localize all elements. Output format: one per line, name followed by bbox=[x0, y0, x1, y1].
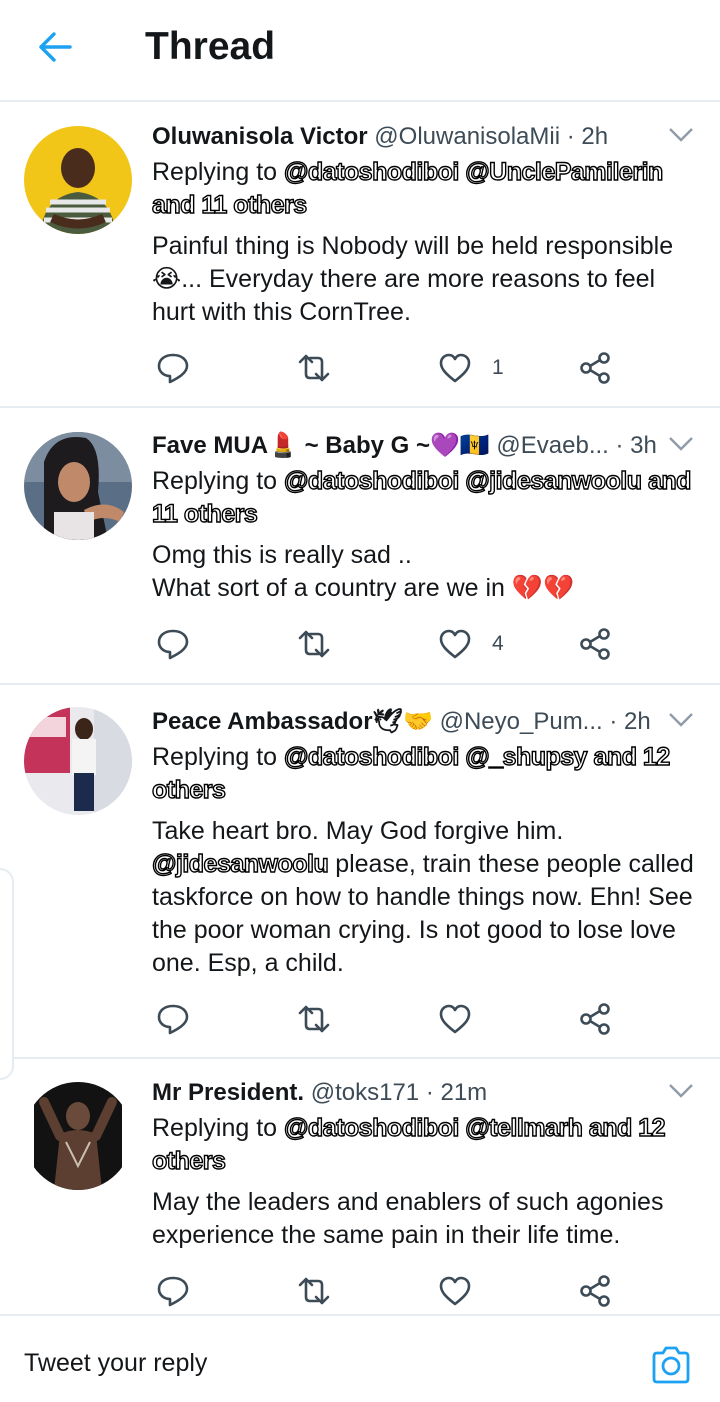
author-name[interactable]: Fave MUA💄 ~ Baby G ~💜🇧🇧 bbox=[152, 432, 490, 459]
tweet-meta: Fave MUA💄 ~ Baby G ~💜🇧🇧 @Evaeb... · 3h bbox=[152, 432, 657, 459]
tweet-time: 3h bbox=[630, 432, 657, 459]
tweet[interactable]: Peace Ambassador🕊🤝 @Neyo_Pum... · 2h Rep… bbox=[0, 685, 720, 1059]
tweet-text: Painful thing is Nobody will be held res… bbox=[152, 232, 674, 326]
replying-to: Replying to @datoshodiboi @_shupsy and 1… bbox=[151, 742, 671, 804]
retweet-button[interactable] bbox=[296, 348, 332, 388]
retweet-button[interactable] bbox=[296, 999, 332, 1039]
author-handle[interactable]: @Evaeb... bbox=[496, 432, 608, 459]
like-button[interactable] bbox=[438, 1271, 492, 1311]
tweet[interactable]: Fave MUA💄 ~ Baby G ~💜🇧🇧 @Evaeb... · 3h R… bbox=[0, 408, 720, 685]
tweet-meta: Oluwanisola Victor @OluwanisolaMii · 2h bbox=[152, 123, 609, 150]
reply-icon bbox=[157, 1276, 189, 1307]
heart-icon bbox=[439, 353, 471, 383]
heart-icon bbox=[439, 1276, 471, 1306]
share-button[interactable] bbox=[578, 999, 612, 1039]
like-count: 1 bbox=[492, 356, 504, 379]
author-handle[interactable]: @OluwanisolaMii bbox=[374, 123, 560, 150]
mention-link[interactable]: @jidesanwoolu bbox=[151, 849, 329, 878]
chevron-down-icon[interactable] bbox=[664, 707, 698, 733]
chevron-down-icon[interactable] bbox=[664, 1078, 698, 1104]
tweet-meta: Peace Ambassador🕊🤝 @Neyo_Pum... · 2h bbox=[152, 708, 651, 735]
tweet[interactable]: Mr President. @toks171 · 21m Replying to… bbox=[0, 1059, 720, 1314]
reply-button[interactable] bbox=[156, 348, 190, 388]
retweet-icon bbox=[298, 354, 330, 382]
like-count: 4 bbox=[492, 632, 504, 655]
tweet-text: Take heart bro. May God forgive him. @ji… bbox=[151, 817, 694, 977]
author-handle[interactable]: @Neyo_Pum... bbox=[440, 708, 603, 735]
share-button[interactable] bbox=[578, 348, 612, 388]
tweet-time: 2h bbox=[581, 123, 609, 150]
tweet-actions: 4 bbox=[152, 624, 622, 664]
replying-to: Replying to @datoshodiboi @jidesanwoolu … bbox=[151, 466, 692, 528]
camera-button[interactable] bbox=[650, 1344, 692, 1386]
share-icon bbox=[580, 1003, 610, 1035]
author-handle[interactable]: @toks171 bbox=[311, 1079, 419, 1106]
like-button[interactable] bbox=[438, 999, 492, 1039]
edge-panel-handle[interactable] bbox=[0, 868, 14, 1080]
tweet-text: May the leaders and enablers of such ago… bbox=[152, 1188, 664, 1249]
reply-icon bbox=[157, 629, 189, 660]
retweet-icon bbox=[298, 1005, 330, 1033]
tweet-actions bbox=[152, 1271, 622, 1311]
reply-input[interactable]: Tweet your reply bbox=[24, 1346, 207, 1380]
reply-icon bbox=[157, 353, 189, 384]
tweet-time: 2h bbox=[624, 708, 651, 735]
tweet-text: Omg this is really sad .. What sort of a… bbox=[152, 541, 575, 602]
share-icon bbox=[580, 628, 610, 660]
retweet-icon bbox=[298, 1277, 330, 1305]
avatar[interactable] bbox=[24, 432, 132, 540]
retweet-button[interactable] bbox=[296, 1271, 332, 1311]
chevron-down-icon[interactable] bbox=[664, 431, 698, 457]
heart-icon bbox=[439, 629, 471, 659]
tweet[interactable]: Oluwanisola Victor @OluwanisolaMii · 2h … bbox=[0, 104, 720, 408]
top-bar: Thread bbox=[0, 0, 720, 102]
share-icon bbox=[580, 352, 610, 384]
avatar[interactable] bbox=[24, 707, 132, 815]
reply-icon bbox=[157, 1004, 189, 1035]
retweet-icon bbox=[298, 630, 330, 658]
tweet-time: 21m bbox=[440, 1079, 488, 1106]
heart-icon bbox=[439, 1004, 471, 1034]
replying-to: Replying to @datoshodiboi @UnclePamileri… bbox=[151, 157, 664, 219]
reply-button[interactable] bbox=[156, 1271, 190, 1311]
share-button[interactable] bbox=[578, 1271, 612, 1311]
chevron-down-icon[interactable] bbox=[664, 122, 698, 148]
avatar[interactable] bbox=[24, 126, 132, 234]
share-icon bbox=[580, 1275, 610, 1307]
camera-icon bbox=[652, 1346, 690, 1384]
retweet-button[interactable] bbox=[296, 624, 332, 664]
like-button[interactable]: 4 bbox=[438, 624, 504, 664]
reply-button[interactable] bbox=[156, 999, 190, 1039]
tweet-actions bbox=[152, 999, 622, 1039]
author-name[interactable]: Peace Ambassador🕊🤝 bbox=[152, 708, 433, 735]
author-name[interactable]: Mr President. bbox=[152, 1079, 304, 1106]
replying-to: Replying to @datoshodiboi @tellmarh and … bbox=[151, 1113, 666, 1175]
back-button[interactable] bbox=[30, 24, 80, 70]
reply-composer: Tweet your reply bbox=[0, 1314, 720, 1402]
tweet-actions: 1 bbox=[152, 348, 622, 388]
reply-button[interactable] bbox=[156, 624, 190, 664]
arrow-left-icon bbox=[39, 32, 72, 62]
page-title: Thread bbox=[145, 25, 276, 68]
author-name[interactable]: Oluwanisola Victor bbox=[152, 123, 368, 150]
like-button[interactable]: 1 bbox=[438, 348, 504, 388]
tweet-meta: Mr President. @toks171 · 21m bbox=[152, 1079, 488, 1106]
avatar[interactable] bbox=[24, 1082, 132, 1190]
share-button[interactable] bbox=[578, 624, 612, 664]
